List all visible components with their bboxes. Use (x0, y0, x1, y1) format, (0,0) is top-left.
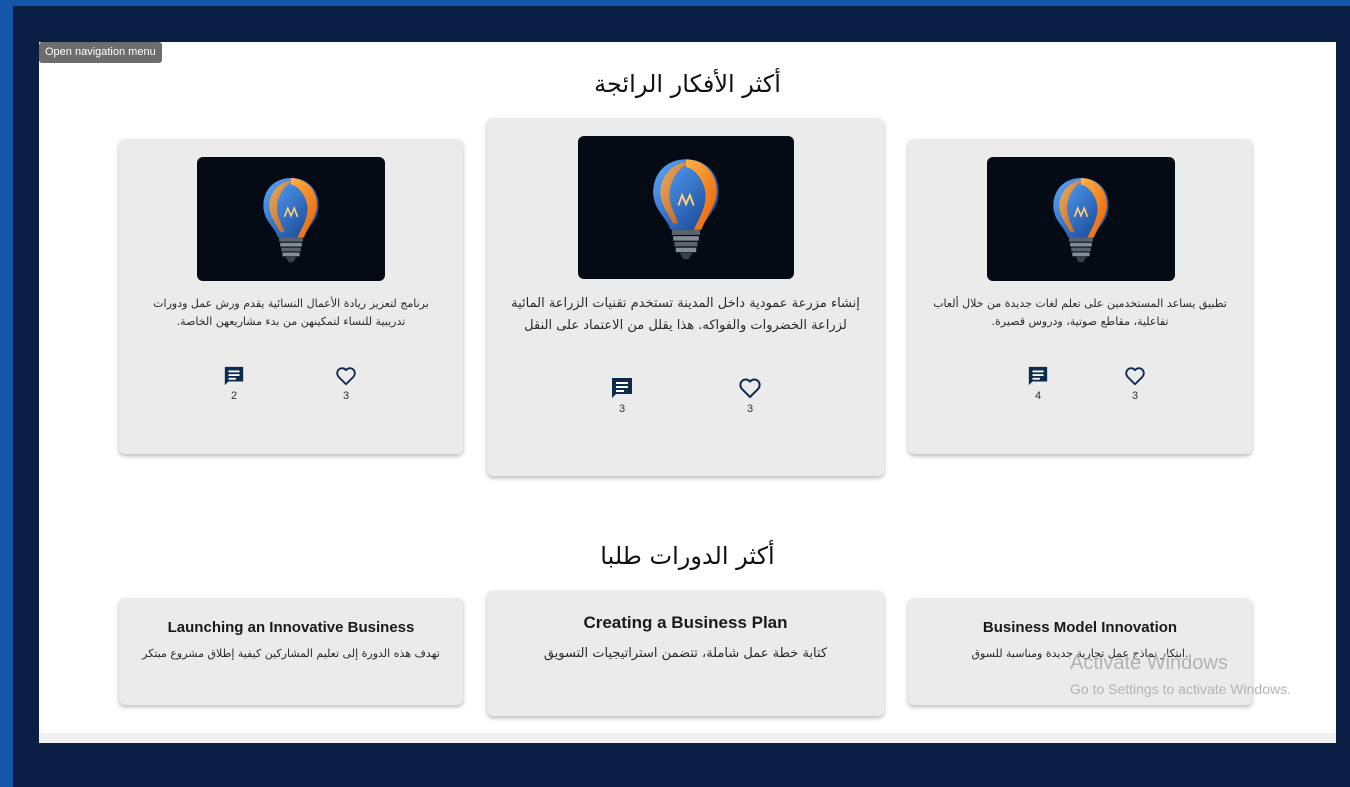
idea-image (197, 157, 385, 281)
course-description: كتابة خطة عمل شاملة، تتضمن استراتيجيات ا… (543, 646, 828, 661)
like-count: 3 (746, 403, 754, 415)
idea-card[interactable]: تطبيق يساعد المستخدمين على تعلم لغات جدي… (908, 139, 1252, 454)
heart-outline-icon (335, 365, 357, 387)
page-footer-strip (39, 733, 1336, 743)
lightbulb-icon (262, 177, 320, 264)
like-button[interactable]: 3 (326, 365, 366, 402)
watermark-line-2: Go to Settings to activate Windows. (1070, 681, 1291, 697)
comment-icon (1027, 365, 1049, 387)
nav-menu-tooltip[interactable]: Open navigation menu (39, 42, 162, 63)
like-button[interactable]: 3 (730, 376, 770, 415)
window-frame-top (0, 0, 1350, 6)
watermark-line-1: Activate Windows (1070, 652, 1228, 674)
course-card[interactable]: Creating a Business Plan كتابة خطة عمل ش… (487, 591, 884, 716)
idea-card[interactable]: برنامج لتعزيز ريادة الأعمال النسائية يقد… (119, 139, 463, 454)
idea-image (987, 157, 1175, 281)
comment-count: 3 (618, 403, 626, 415)
ideas-section-title: أكثر الأفكار الرائجة (594, 70, 781, 98)
like-count: 3 (1131, 390, 1139, 402)
lightbulb-icon (1052, 177, 1110, 264)
comment-count: 4 (1034, 390, 1042, 402)
idea-description: برنامج لتعزيز ريادة الأعمال النسائية يقد… (153, 297, 429, 328)
course-title: Creating a Business Plan (583, 613, 788, 632)
page-viewport: Open navigation menu أكثر الأفكار الرائج… (39, 42, 1336, 743)
comment-count-button[interactable]: 3 (602, 376, 642, 415)
heart-outline-icon (1124, 365, 1146, 387)
idea-image (578, 136, 794, 279)
comment-count-button[interactable]: 2 (214, 365, 254, 402)
window-frame-left (0, 0, 13, 787)
courses-section-title: أكثر الدورات طلبا (600, 542, 775, 570)
comment-count-button[interactable]: 4 (1018, 365, 1058, 402)
activate-windows-watermark: Activate Windows Go to Settings to activ… (1070, 652, 1291, 697)
like-count: 3 (342, 390, 350, 402)
idea-card-featured[interactable]: إنشاء مزرعة عمودية داخل المدينة تستخدم ت… (487, 118, 884, 476)
like-button[interactable]: 3 (1115, 365, 1155, 402)
comment-count: 2 (230, 390, 238, 402)
idea-description: إنشاء مزرعة عمودية داخل المدينة تستخدم ت… (511, 296, 860, 333)
course-card[interactable]: Launching an Innovative Business تهدف هذ… (119, 598, 463, 705)
course-title: Business Model Innovation (982, 619, 1178, 636)
heart-outline-icon (738, 376, 762, 400)
comment-icon (610, 376, 634, 400)
lightbulb-icon (652, 158, 720, 261)
idea-description: تطبيق يساعد المستخدمين على تعلم لغات جدي… (933, 297, 1227, 328)
comment-icon (223, 365, 245, 387)
course-description: تهدف هذه الدورة إلى تعليم المشاركين كيفي… (142, 647, 440, 660)
course-title: Launching an Innovative Business (167, 619, 415, 636)
